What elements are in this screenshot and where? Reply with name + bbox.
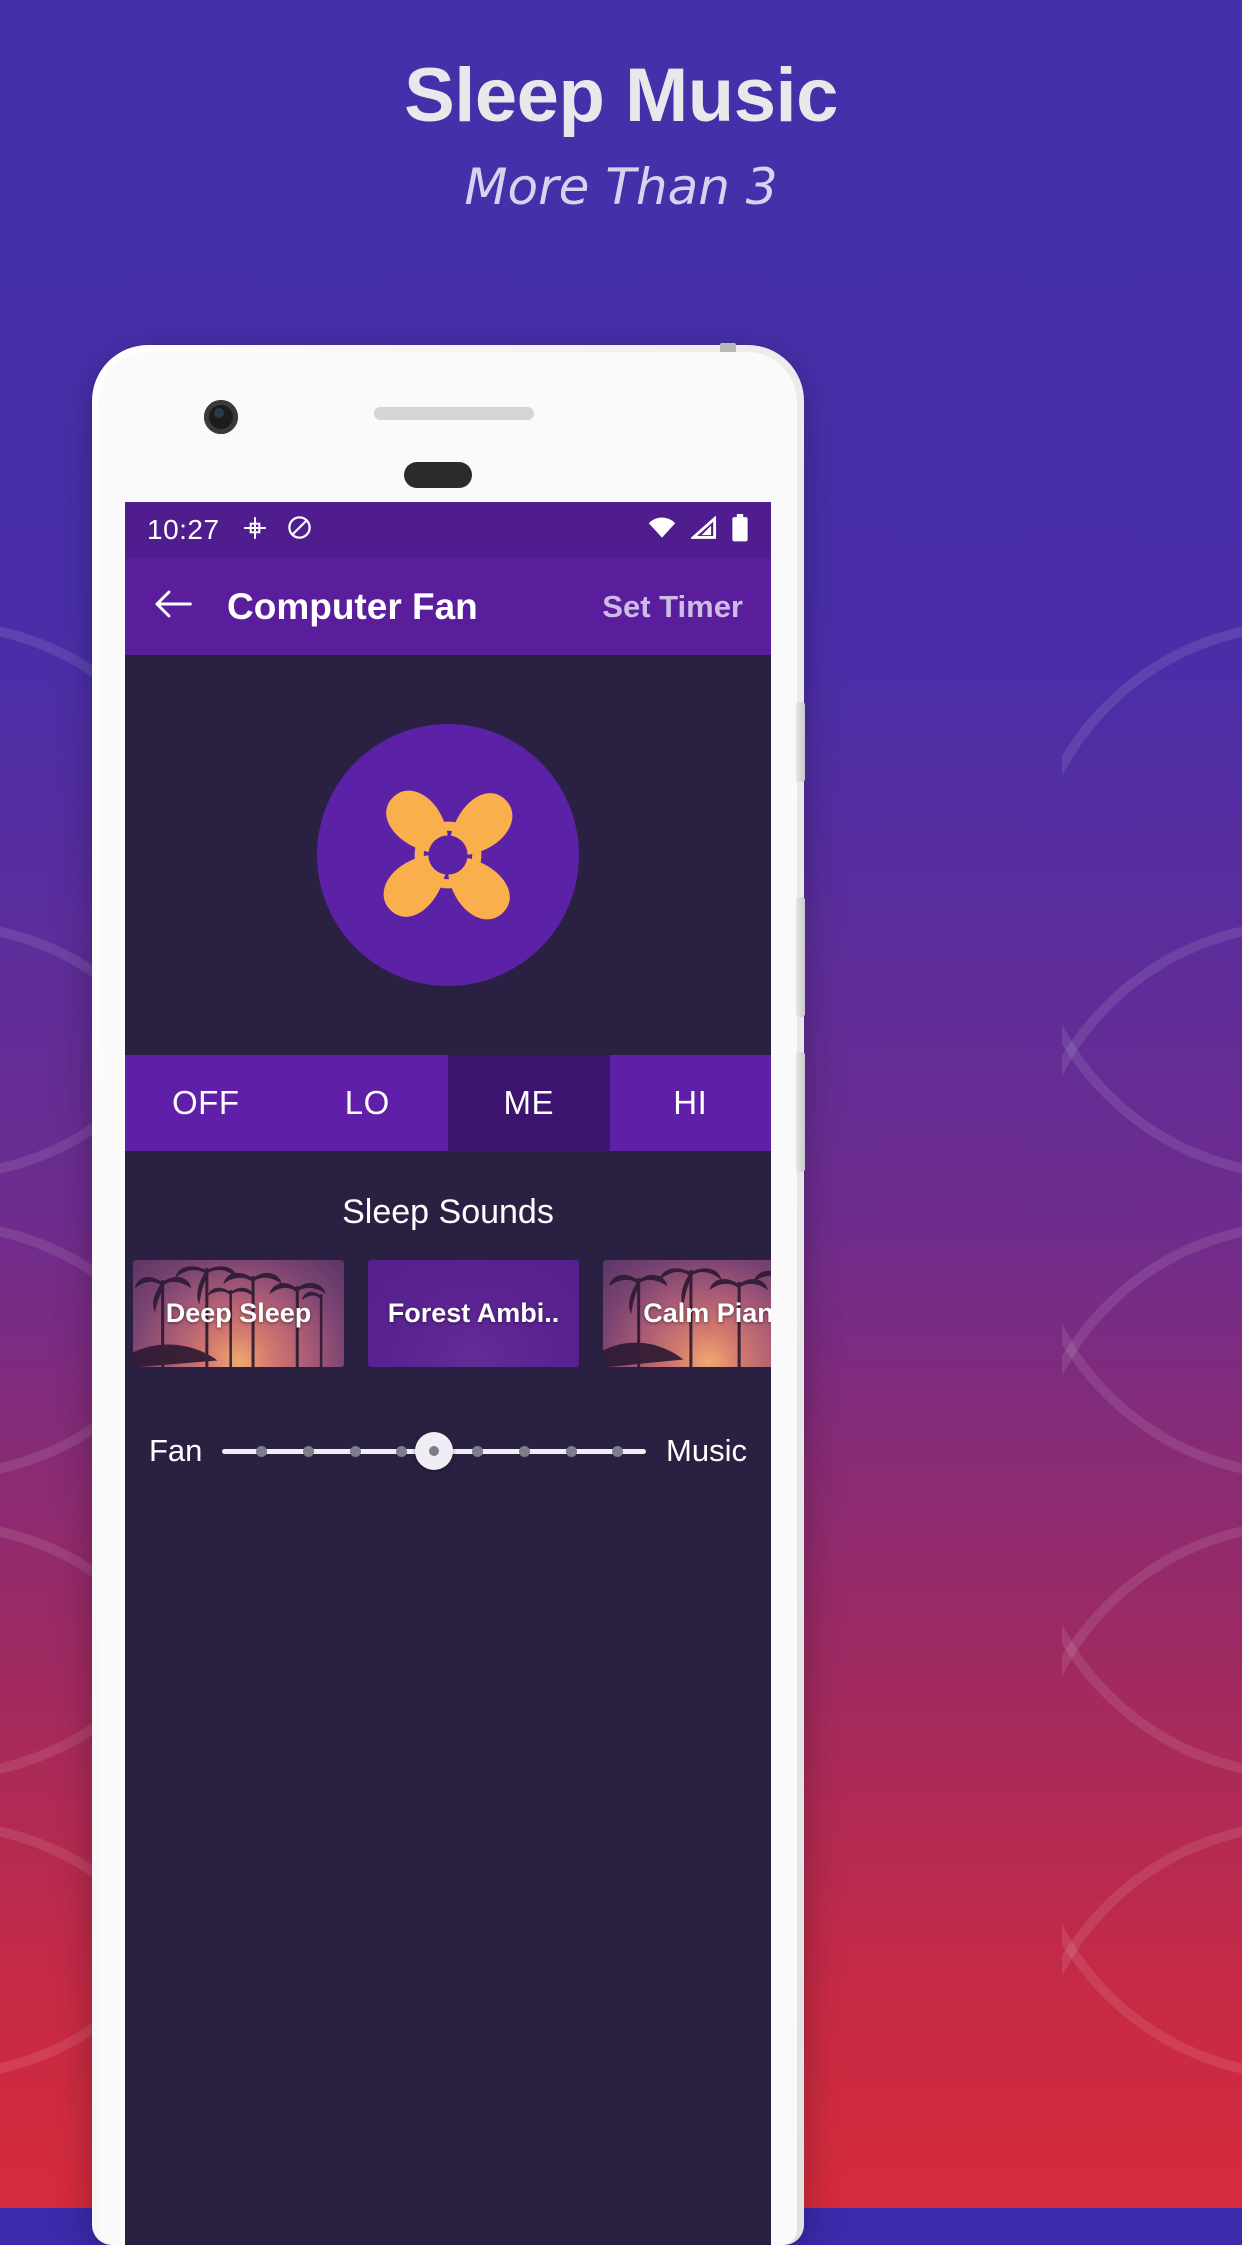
mixer-right-label: Music [666, 1433, 747, 1468]
cell-signal-icon [689, 514, 717, 545]
mixer-left-label: Fan [149, 1433, 203, 1468]
decorative-rings-right [1062, 560, 1242, 2208]
slider-tick [396, 1446, 408, 1457]
back-arrow-icon[interactable] [153, 589, 193, 624]
status-bar-clock: 10:27 [147, 514, 220, 545]
app-bar: Computer Fan Set Timer [125, 558, 771, 655]
airplay-cast-icon [242, 515, 268, 546]
volume-up-button[interactable] [796, 897, 805, 1017]
promo-title: Sleep Music [404, 53, 838, 138]
earpiece-speaker [374, 407, 534, 420]
slider-tick [472, 1446, 484, 1457]
fan-mode-lo[interactable]: LO [287, 1055, 449, 1151]
sleep-sounds-heading: Sleep Sounds [342, 1193, 554, 1231]
volume-down-button[interactable] [796, 1052, 805, 1172]
fan-mode-hi-label: HI [673, 1084, 708, 1121]
power-button[interactable] [796, 702, 805, 782]
set-timer-button[interactable]: Set Timer [602, 589, 743, 625]
phone-screen: 10:27 Computer Fan Set Timer OFF LO ME H… [125, 502, 771, 2245]
sensor-pill [404, 462, 472, 488]
slider-tick [349, 1446, 361, 1457]
slider-tick [256, 1446, 268, 1457]
slider-tick [518, 1446, 530, 1457]
fan-speed-selector: OFF LO ME HI [125, 1055, 771, 1151]
hero-area [125, 655, 771, 1055]
status-bar: 10:27 [125, 502, 771, 558]
phone-bezel: 10:27 Computer Fan Set Timer OFF LO ME H… [99, 352, 805, 2245]
fan-icon[interactable] [317, 724, 579, 986]
battery-icon [731, 513, 749, 547]
sound-card-label: Deep Sleep [165, 1298, 312, 1328]
fan-mode-me-label: ME [503, 1084, 554, 1121]
slider-thumb[interactable] [415, 1432, 454, 1470]
fan-mode-me[interactable]: ME [448, 1055, 610, 1151]
sound-card-forest-ambience[interactable]: Forest Ambi.. [368, 1260, 579, 1367]
page-title: Computer Fan [227, 585, 478, 627]
sleep-sounds-carousel[interactable]: Deep Sleep Forest Ambi.. Calm Pian [125, 1260, 771, 1367]
sound-card-label: Forest Ambi.. [387, 1298, 560, 1328]
fan-mode-off[interactable]: OFF [125, 1055, 287, 1151]
slider-tick [302, 1446, 314, 1457]
status-bar-left-icons [242, 514, 313, 546]
promo-subtitle: More Than 3 [464, 158, 778, 216]
sound-card-label: Calm Pian [643, 1298, 771, 1328]
sound-card-deep-sleep[interactable]: Deep Sleep [133, 1260, 344, 1367]
fan-mode-off-label: OFF [172, 1084, 240, 1121]
slider-tick [565, 1446, 577, 1457]
fan-mode-hi[interactable]: HI [610, 1055, 772, 1151]
sound-card-calm-piano[interactable]: Calm Pian [603, 1260, 771, 1367]
fan-mode-lo-label: LO [344, 1084, 390, 1121]
fan-music-slider[interactable] [222, 1431, 647, 1471]
do-not-disturb-icon [286, 514, 313, 546]
wifi-icon [647, 516, 677, 545]
status-bar-right-icons [647, 513, 749, 547]
fan-music-mixer: Fan Music [125, 1367, 771, 1471]
slider-tick [612, 1446, 624, 1457]
front-camera-icon [204, 400, 238, 434]
phone-device-frame: 10:27 Computer Fan Set Timer OFF LO ME H… [92, 343, 805, 2245]
